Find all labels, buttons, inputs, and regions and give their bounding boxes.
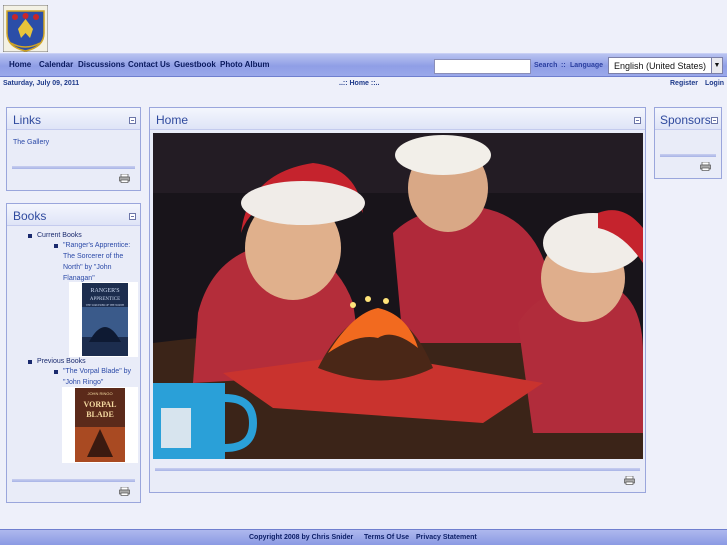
home-panel-title: Home — [156, 113, 189, 127]
footer: Copyright 2008 by Chris Snider Terms Of … — [0, 529, 727, 545]
minimize-icon[interactable] — [129, 117, 136, 124]
nav-guestbook[interactable]: Guestbook — [174, 60, 216, 69]
chevron-down-icon[interactable]: ▼ — [711, 58, 722, 73]
current-book-line-1[interactable]: "Ranger's Apprentice: — [63, 240, 130, 251]
links-panel-title: Links — [13, 113, 42, 127]
search-input[interactable] — [434, 59, 531, 74]
print-icon[interactable] — [119, 174, 130, 183]
sponsors-panel-title: Sponsors — [660, 113, 711, 127]
register-link[interactable]: Register — [670, 80, 698, 87]
home-panel-header — [150, 108, 645, 130]
nav-discussions[interactable]: Discussions — [78, 60, 125, 69]
books-panel-title: Books — [13, 209, 47, 223]
current-book-line-2[interactable]: The Sorcerer of the — [63, 251, 123, 262]
cover2-title-bottom: BLADE — [86, 410, 114, 419]
language-label: Language — [570, 62, 604, 69]
privacy-statement-link[interactable]: Privacy Statement — [416, 534, 477, 541]
copyright-text: Copyright 2008 by Chris Snider — [249, 534, 354, 541]
birthday-photo — [153, 133, 643, 459]
panel-divider — [12, 166, 135, 169]
previous-book-line-1[interactable]: "The Vorpal Blade" by — [63, 366, 131, 377]
books-panel: Books Current Books "Ranger's Apprentice… — [6, 203, 141, 503]
print-icon[interactable] — [700, 162, 711, 171]
current-book-cover[interactable]: RANGER'S APPRENTICE THE SORCERER OF THE … — [69, 282, 138, 357]
current-date: Saturday, July 09, 2011 — [3, 80, 80, 87]
link-the-gallery[interactable]: The Gallery — [13, 139, 49, 146]
print-icon[interactable] — [119, 487, 130, 496]
header — [0, 0, 727, 53]
search-button[interactable]: Search — [534, 62, 557, 69]
links-panel: Links The Gallery — [6, 107, 141, 191]
cover1-title-mid: APPRENTICE — [90, 297, 120, 302]
panel-divider — [660, 154, 716, 157]
nav-separator: :: — [561, 62, 566, 69]
minimize-icon[interactable] — [711, 117, 718, 124]
print-icon[interactable] — [624, 476, 635, 485]
cover1-title-top: RANGER'S — [90, 288, 119, 294]
breadcrumb: ..:: Home ::.. — [339, 80, 380, 87]
current-book-line-3[interactable]: North" by "John — [63, 262, 112, 273]
nav-home[interactable]: Home — [9, 60, 31, 69]
panel-divider — [155, 468, 640, 471]
nav-photo-album[interactable]: Photo Album — [220, 60, 269, 69]
cover1-title-bottom: THE SORCERER OF THE NORTH — [86, 304, 124, 307]
terms-of-use-link[interactable]: Terms Of Use — [364, 534, 409, 541]
main-nav: Home Calendar Discussions Contact Us Gue… — [0, 53, 727, 77]
nav-calendar[interactable]: Calendar — [39, 60, 73, 69]
login-link[interactable]: Login — [705, 80, 724, 87]
minimize-icon[interactable] — [634, 117, 641, 124]
previous-book-cover[interactable]: JOHN RINGO VORPAL BLADE — [62, 387, 138, 463]
cover2-title-mid: VORPAL — [83, 400, 116, 409]
bullet-icon — [28, 360, 32, 364]
cover2-title-top: JOHN RINGO — [87, 391, 112, 396]
bullet-icon — [28, 234, 32, 238]
nav-contact-us[interactable]: Contact Us — [128, 60, 170, 69]
bullet-icon — [54, 244, 58, 248]
minimize-icon[interactable] — [129, 213, 136, 220]
panel-divider — [12, 479, 135, 482]
language-select[interactable]: English (United States) ▼ — [608, 57, 723, 74]
sponsors-panel: Sponsors — [654, 107, 722, 179]
language-value: English (United States) — [614, 61, 707, 71]
bullet-icon — [54, 370, 58, 374]
site-logo-crest[interactable] — [3, 5, 48, 52]
